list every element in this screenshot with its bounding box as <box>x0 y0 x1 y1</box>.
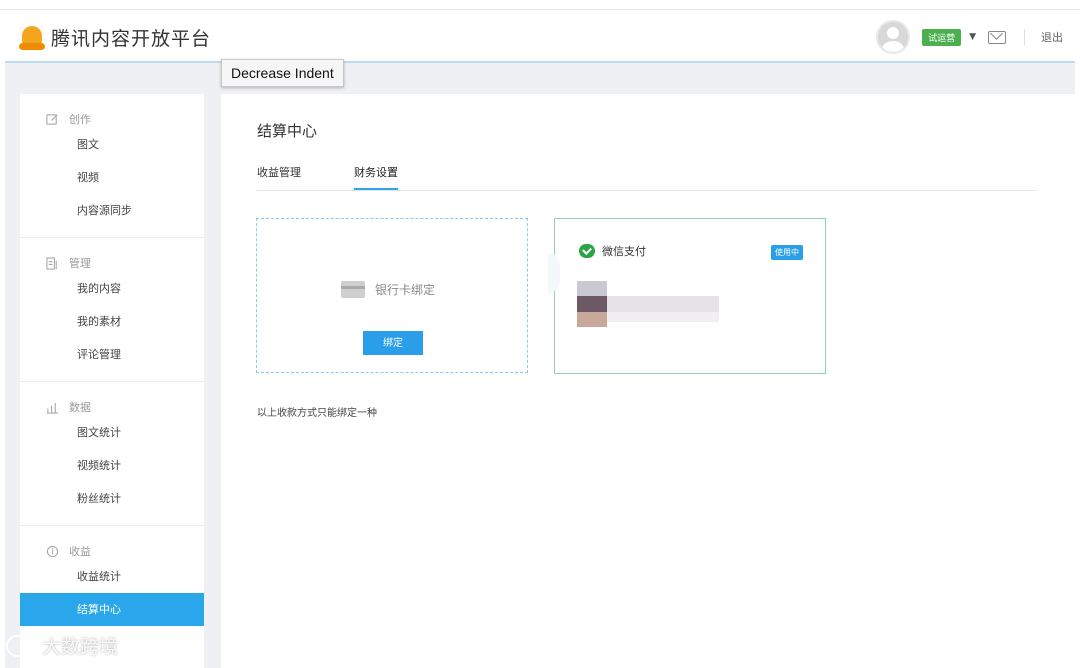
sidebar-item-video-stats[interactable]: 视频统计 <box>20 449 204 482</box>
sidebar-section-manage: 管理 我的内容 我的素材 评论管理 <box>20 238 204 382</box>
mail-icon[interactable] <box>988 30 1006 44</box>
logout-link[interactable]: 退出 <box>1041 29 1063 45</box>
logo[interactable]: 腾讯内容开放平台 <box>19 24 211 51</box>
sidebar-section-title: 创作 <box>20 110 204 128</box>
logo-text: 腾讯内容开放平台 <box>51 28 212 50</box>
bank-card-option[interactable]: 银行卡绑定 绑定 <box>256 218 528 373</box>
edit-icon <box>46 113 58 125</box>
sidebar-item-article-stats[interactable]: 图文统计 <box>20 416 204 449</box>
sidebar-item-comments[interactable]: 评论管理 <box>20 338 204 371</box>
avatar[interactable] <box>876 20 911 54</box>
sidebar-item-my-content[interactable]: 我的内容 <box>20 272 204 305</box>
tab-bar: 收益管理 财务设置 <box>257 160 1037 191</box>
sidebar-item-fan-stats[interactable]: 粉丝统计 <box>20 482 204 515</box>
watermark: 大数跨境 <box>6 632 118 659</box>
card-separator-shadow <box>548 253 560 293</box>
main-panel: 结算中心 收益管理 财务设置 银行卡绑定 绑定 微信支付 使用中 以上收款方式只… <box>221 94 1075 668</box>
wechat-pay-icon <box>579 244 595 258</box>
sidebar-section-title: 数据 <box>20 398 204 416</box>
info-circle-icon <box>46 545 59 557</box>
tab-income-management[interactable]: 收益管理 <box>257 164 301 188</box>
sidebar-section-title: 管理 <box>20 254 204 272</box>
watermark-logo-icon <box>6 634 38 657</box>
sidebar-section-create: 创作 图文 视频 内容源同步 <box>20 94 204 238</box>
sidebar-item-video[interactable]: 视频 <box>20 161 204 194</box>
tab-finance-settings[interactable]: 财务设置 <box>354 164 398 190</box>
wechat-pay-option[interactable]: 微信支付 使用中 <box>554 218 826 374</box>
tooltip: Decrease Indent <box>221 59 344 87</box>
payment-method-note: 以上收款方式只能绑定一种 <box>257 408 377 419</box>
sidebar: 创作 图文 视频 内容源同步 管理 我的内容 我的素材 评论管理 数据 图文统计… <box>20 94 204 668</box>
header-divider <box>1024 29 1025 45</box>
sidebar-item-my-assets[interactable]: 我的素材 <box>20 305 204 338</box>
status-badge: 使用中 <box>771 245 803 260</box>
sidebar-item-article[interactable]: 图文 <box>20 128 204 161</box>
sidebar-item-source-sync[interactable]: 内容源同步 <box>20 194 204 227</box>
sidebar-section-income: 收益 收益统计 结算中心 <box>20 526 204 636</box>
wechat-pay-header: 微信支付 <box>579 243 646 259</box>
document-icon <box>46 256 57 270</box>
credit-card-icon <box>341 281 365 298</box>
bank-card-label: 银行卡绑定 <box>341 281 435 298</box>
top-header: 腾讯内容开放平台 试运营 ▼ 退出 <box>5 11 1075 63</box>
bind-button[interactable]: 绑定 <box>363 331 423 355</box>
window-top-strip <box>0 0 1080 10</box>
blurred-account-info <box>577 281 719 327</box>
sidebar-section-title: 收益 <box>20 542 204 560</box>
sidebar-section-data: 数据 图文统计 视频统计 粉丝统计 <box>20 382 204 526</box>
content-area: 创作 图文 视频 内容源同步 管理 我的内容 我的素材 评论管理 数据 图文统计… <box>5 63 1075 668</box>
account-status-badge: 试运营 <box>922 28 962 46</box>
penguin-logo-icon <box>19 25 45 50</box>
page-title: 结算中心 <box>257 122 318 140</box>
header-user-area: 试运营 ▼ 退出 <box>876 20 1063 54</box>
bar-chart-icon <box>46 402 59 414</box>
chevron-down-icon[interactable]: ▼ <box>969 32 976 42</box>
sidebar-item-settlement[interactable]: 结算中心 <box>20 593 204 626</box>
sidebar-item-income-stats[interactable]: 收益统计 <box>20 560 204 593</box>
